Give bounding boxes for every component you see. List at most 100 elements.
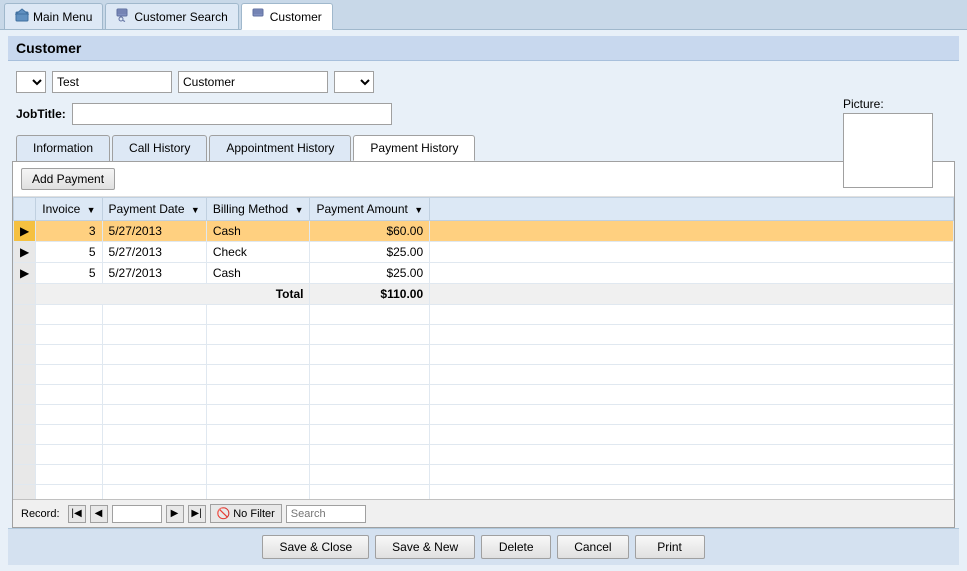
- row-selector: ▶: [14, 263, 36, 284]
- empty-row: [14, 405, 954, 425]
- tab-main-menu[interactable]: Main Menu: [4, 3, 103, 29]
- table-row[interactable]: ▶ 3 5/27/2013 Cash $60.00: [14, 221, 954, 242]
- nav-last-button[interactable]: ▶|: [188, 505, 206, 523]
- suffix-dropdown[interactable]: Jr Sr II: [334, 71, 374, 93]
- no-filter-button[interactable]: 🚫 No Filter: [210, 504, 282, 523]
- col-invoice-label: Invoice: [42, 202, 80, 216]
- tab-information[interactable]: Information: [16, 135, 110, 161]
- picture-area: Picture:: [843, 97, 943, 188]
- record-nav-input[interactable]: [112, 505, 162, 523]
- search-input[interactable]: [286, 505, 366, 523]
- empty-method: [206, 485, 310, 500]
- add-payment-button[interactable]: Add Payment: [21, 168, 115, 190]
- record-nav-label: Record:: [21, 508, 60, 520]
- empty-amount: [310, 425, 430, 445]
- empty-date: [102, 485, 206, 500]
- cell-invoice: 3: [36, 221, 102, 242]
- nav-next-button[interactable]: ▶: [166, 505, 184, 523]
- empty-row: [14, 485, 954, 500]
- jobtitle-row: JobTitle:: [16, 103, 951, 125]
- empty-method: [206, 465, 310, 485]
- amount-sort-icon: ▼: [414, 205, 423, 215]
- search-tab-icon: [116, 8, 130, 25]
- tab-customer-search-label: Customer Search: [134, 10, 227, 24]
- tab-customer-search[interactable]: Customer Search: [105, 3, 238, 29]
- empty-invoice: [36, 445, 102, 465]
- table-row[interactable]: ▶ 5 5/27/2013 Cash $25.00: [14, 263, 954, 284]
- delete-button[interactable]: Delete: [481, 535, 551, 559]
- empty-row-selector: [14, 405, 36, 425]
- col-selector-header: [14, 198, 36, 221]
- cell-method: Cash: [206, 263, 310, 284]
- empty-extra: [430, 385, 954, 405]
- empty-row: [14, 465, 954, 485]
- record-nav: Record: |◀ ◀ ▶ ▶| 🚫 No Filter: [13, 499, 954, 527]
- empty-amount: [310, 405, 430, 425]
- no-filter-label: No Filter: [233, 508, 275, 520]
- cell-invoice: 5: [36, 263, 102, 284]
- total-row: Total $110.00: [14, 284, 954, 305]
- customer-tab-icon: [252, 8, 266, 25]
- print-button[interactable]: Print: [635, 535, 705, 559]
- empty-amount: [310, 445, 430, 465]
- nav-prev-button[interactable]: ◀: [90, 505, 108, 523]
- tab-customer[interactable]: Customer: [241, 3, 333, 30]
- cancel-button[interactable]: Cancel: [557, 535, 628, 559]
- empty-invoice: [36, 365, 102, 385]
- cell-date: 5/27/2013: [102, 242, 206, 263]
- tab-appointment-history[interactable]: Appointment History: [209, 135, 351, 161]
- empty-method: [206, 385, 310, 405]
- bottom-bar: Save & Close Save & New Delete Cancel Pr…: [8, 528, 959, 565]
- last-name-input[interactable]: [178, 71, 328, 93]
- col-date-label: Payment Date: [109, 202, 185, 216]
- empty-extra: [430, 305, 954, 325]
- home-icon: [15, 8, 29, 25]
- cell-method: Check: [206, 242, 310, 263]
- empty-invoice: [36, 345, 102, 365]
- col-amount-header[interactable]: Payment Amount ▼: [310, 198, 430, 221]
- row-selector: ▶: [14, 221, 36, 242]
- save-close-button[interactable]: Save & Close: [262, 535, 369, 559]
- empty-date: [102, 305, 206, 325]
- save-new-label: Save & New: [392, 540, 458, 554]
- cell-date: 5/27/2013: [102, 221, 206, 242]
- empty-amount: [310, 385, 430, 405]
- prefix-dropdown[interactable]: Mr Ms Dr: [16, 71, 46, 93]
- empty-method: [206, 305, 310, 325]
- empty-extra: [430, 465, 954, 485]
- delete-label: Delete: [499, 540, 534, 554]
- cell-extra: [430, 221, 954, 242]
- empty-date: [102, 465, 206, 485]
- empty-row-selector: [14, 465, 36, 485]
- tab-payment-history-label: Payment History: [370, 141, 458, 155]
- inner-tabs-row: Information Call History Appointment His…: [16, 135, 959, 161]
- empty-amount: [310, 325, 430, 345]
- save-new-button[interactable]: Save & New: [375, 535, 475, 559]
- col-method-label: Billing Method: [213, 202, 288, 216]
- customer-title-row: Customer: [8, 36, 959, 61]
- empty-row-selector: [14, 445, 36, 465]
- total-row-selector: [14, 284, 36, 305]
- empty-invoice: [36, 325, 102, 345]
- print-label: Print: [657, 540, 682, 554]
- cell-extra: [430, 263, 954, 284]
- col-invoice-header[interactable]: Invoice ▼: [36, 198, 102, 221]
- empty-method: [206, 325, 310, 345]
- col-extra-header: [430, 198, 954, 221]
- col-date-header[interactable]: Payment Date ▼: [102, 198, 206, 221]
- col-method-header[interactable]: Billing Method ▼: [206, 198, 310, 221]
- jobtitle-input[interactable]: [72, 103, 392, 125]
- method-sort-icon: ▼: [295, 205, 304, 215]
- cell-method: Cash: [206, 221, 310, 242]
- first-name-input[interactable]: [52, 71, 172, 93]
- empty-row-selector: [14, 485, 36, 500]
- nav-first-button[interactable]: |◀: [68, 505, 86, 523]
- empty-row-selector: [14, 365, 36, 385]
- tab-payment-history[interactable]: Payment History: [353, 135, 475, 161]
- empty-invoice: [36, 385, 102, 405]
- table-row[interactable]: ▶ 5 5/27/2013 Check $25.00: [14, 242, 954, 263]
- cell-invoice: 5: [36, 242, 102, 263]
- empty-row: [14, 445, 954, 465]
- tab-call-history[interactable]: Call History: [112, 135, 207, 161]
- content-panel: Add Payment Invoice ▼ Payment Date ▼: [12, 161, 955, 528]
